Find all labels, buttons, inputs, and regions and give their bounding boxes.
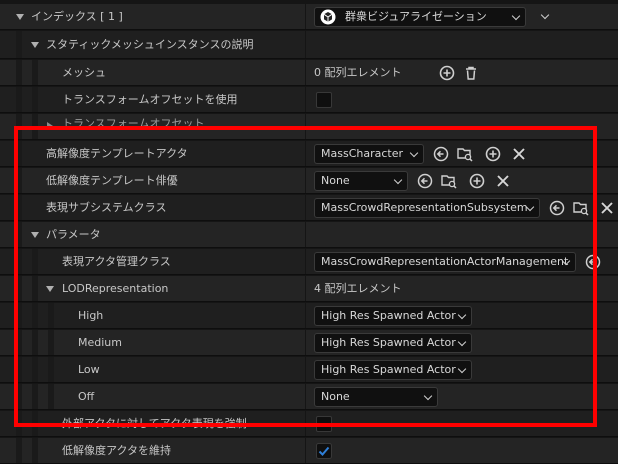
- row-transform-offset: トランスフォームオフセット: [0, 114, 618, 140]
- row-lo-res-template: 低解像度テンプレート俳優 None: [0, 168, 618, 194]
- keep-low-res-checkbox[interactable]: [316, 443, 332, 459]
- use-selected-icon[interactable]: [432, 145, 450, 163]
- collapse-arrow-icon[interactable]: [16, 14, 24, 20]
- browse-folder-icon[interactable]: [440, 172, 458, 190]
- row-hi-res-template: 高解像度テンプレートアクタ MassCharacter: [0, 141, 618, 167]
- combo-value: None: [321, 390, 350, 403]
- cube-icon: [320, 9, 336, 25]
- lo-res-template-combo[interactable]: None: [314, 171, 408, 191]
- force-actor-checkbox[interactable]: [316, 416, 332, 432]
- collapse-arrow-icon[interactable]: [31, 42, 39, 48]
- row-label: 低解像度テンプレート俳優: [46, 174, 178, 187]
- collapse-arrow-icon[interactable]: [46, 286, 54, 292]
- combo-value: MassCharacter: [321, 147, 404, 160]
- clear-icon[interactable]: [510, 145, 528, 163]
- chevron-down-icon: [511, 11, 521, 21]
- add-icon[interactable]: [438, 64, 456, 82]
- row-index: インデックス [ 1 ] 群衆ビジュアライゼーション: [0, 4, 618, 30]
- row-label: 表現アクタ管理クラス: [62, 255, 171, 268]
- array-count: 4 配列エレメント: [314, 282, 402, 295]
- chevron-down-icon: [457, 364, 467, 374]
- browse-folder-icon[interactable]: [456, 145, 474, 163]
- combo-value: High Res Spawned Actor: [321, 309, 456, 322]
- row-lod-high: High High Res Spawned Actor: [0, 303, 618, 329]
- lod-high-combo[interactable]: High Res Spawned Actor: [314, 306, 472, 326]
- row-label: Medium: [78, 336, 122, 349]
- trash-icon[interactable]: [462, 64, 480, 82]
- add-icon[interactable]: [484, 145, 502, 163]
- row-keep-low-res-actor: 低解像度アクタを維持: [0, 438, 618, 464]
- row-mesh: メッシュ 0 配列エレメント: [0, 60, 618, 86]
- row-subsystem-class: 表現サブシステムクラス MassCrowdRepresentationSubsy…: [0, 195, 618, 221]
- chevron-down-icon: [457, 310, 467, 320]
- row-label: Off: [78, 390, 95, 403]
- use-selected-icon[interactable]: [416, 172, 434, 190]
- use-selected-icon[interactable]: [584, 253, 602, 271]
- row-label: インデックス [ 1 ]: [31, 10, 123, 23]
- row-lod-off: Off None: [0, 384, 618, 410]
- row-label: LODRepresentation: [62, 282, 169, 295]
- row-label: 高解像度テンプレートアクタ: [46, 147, 188, 160]
- chevron-down-icon: [409, 148, 419, 158]
- combo-value: MassCrowdRepresentationActorManagement: [321, 255, 569, 268]
- row-label: メッシュ: [62, 66, 106, 79]
- combo-value: MassCrowdRepresentationSubsystem: [321, 201, 528, 214]
- lod-off-combo[interactable]: None: [314, 387, 438, 407]
- chevron-down-icon: [393, 175, 403, 185]
- row-use-transform-offset: トランスフォームオフセットを使用: [0, 87, 618, 113]
- row-actor-management-class: 表現アクタ管理クラス MassCrowdRepresentationActorM…: [0, 249, 618, 275]
- actor-management-class-combo[interactable]: MassCrowdRepresentationActorManagement: [314, 252, 576, 272]
- row-label: Low: [78, 363, 100, 376]
- add-icon[interactable]: [468, 172, 486, 190]
- row-lod-medium: Medium High Res Spawned Actor: [0, 330, 618, 356]
- clear-icon[interactable]: [598, 199, 616, 217]
- visualization-type-combo[interactable]: 群衆ビジュアライゼーション: [314, 7, 526, 27]
- lod-medium-combo[interactable]: High Res Spawned Actor: [314, 333, 472, 353]
- combo-value: 群衆ビジュアライゼーション: [345, 10, 487, 23]
- use-selected-icon[interactable]: [548, 199, 566, 217]
- row-lod-representation: LODRepresentation 4 配列エレメント: [0, 276, 618, 302]
- row-force-actor-representation: 外部アクタに対してアクタ表現を強制: [0, 411, 618, 437]
- array-count: 0 配列エレメント: [314, 66, 402, 79]
- collapse-arrow-icon[interactable]: [31, 232, 39, 238]
- browse-folder-icon[interactable]: [572, 199, 590, 217]
- row-static-mesh: スタティックメッシュインスタンスの説明: [0, 31, 618, 59]
- combo-value: None: [321, 174, 350, 187]
- subsystem-class-combo[interactable]: MassCrowdRepresentationSubsystem: [314, 198, 540, 218]
- row-label: 外部アクタに対してアクタ表現を強制: [62, 417, 247, 430]
- row-label: トランスフォームオフセット: [62, 117, 205, 130]
- combo-value: High Res Spawned Actor: [321, 336, 456, 349]
- chevron-down-icon: [423, 391, 433, 401]
- row-label: 低解像度アクタを維持: [62, 444, 172, 457]
- row-parameters: パラメータ: [0, 222, 618, 248]
- row-label: スタティックメッシュインスタンスの説明: [46, 38, 254, 51]
- lod-low-combo[interactable]: High Res Spawned Actor: [314, 360, 472, 380]
- row-lod-low: Low High Res Spawned Actor: [0, 357, 618, 383]
- expand-chevron-icon[interactable]: [540, 10, 550, 20]
- row-label: 表現サブシステムクラス: [46, 201, 167, 214]
- row-label: パラメータ: [46, 228, 101, 241]
- clear-icon[interactable]: [494, 172, 512, 190]
- expand-arrow-icon[interactable]: [47, 122, 53, 130]
- hi-res-template-combo[interactable]: MassCharacter: [314, 144, 424, 164]
- row-label: トランスフォームオフセットを使用: [62, 93, 238, 106]
- combo-value: High Res Spawned Actor: [321, 363, 456, 376]
- chevron-down-icon: [457, 337, 467, 347]
- use-transform-checkbox[interactable]: [316, 92, 332, 108]
- row-label: High: [78, 309, 104, 322]
